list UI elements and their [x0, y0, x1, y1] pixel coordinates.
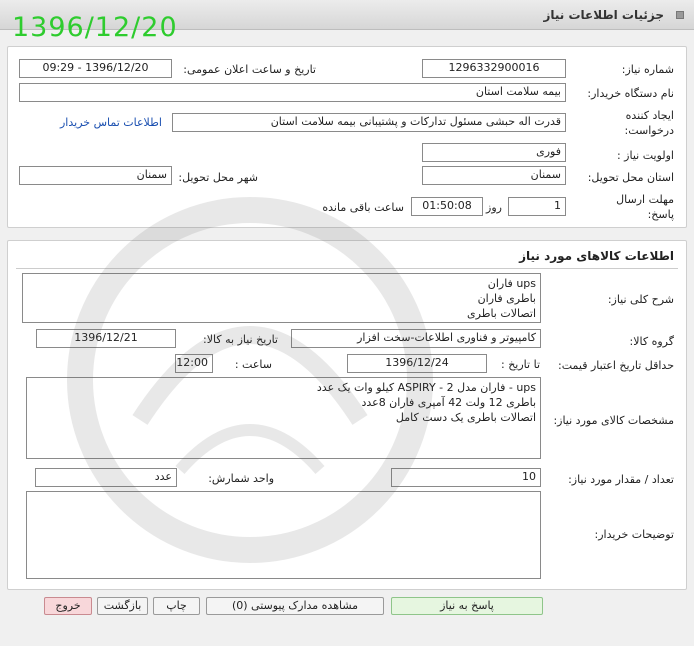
notes-label: توضیحات خریدار: [594, 528, 675, 541]
min-price-label: حداقل تاریخ اعتبار قیمت: [558, 359, 674, 372]
buyer-org-field[interactable]: بیمه سلامت استان [19, 83, 566, 102]
hour-field[interactable]: 12:00 [175, 354, 213, 373]
creator-field[interactable]: قدرت اله حبشی مسئول تداركات و پشتیبانی ب… [172, 113, 566, 132]
group-label: گروه کالا: [629, 335, 674, 348]
until-date-field[interactable]: 1396/12/24 [347, 354, 487, 373]
print-button[interactable]: چاپ [153, 597, 200, 615]
specs-label: مشخصات کالای مورد نیاز: [553, 414, 674, 427]
summary-label: شرح کلی نیاز: [607, 293, 674, 306]
contact-buyer-link[interactable]: اطلاعات تماس خریدار [60, 116, 162, 129]
qty-label: تعداد / مقدار مورد نیاز: [568, 473, 674, 486]
notes-field[interactable] [26, 491, 541, 579]
attachments-button[interactable]: مشاهده مدارک پیوستی (0) [206, 597, 384, 615]
city-field[interactable]: سمنان [19, 166, 172, 185]
remaining-label: ساعت باقی مانده [322, 201, 404, 214]
group-field[interactable]: کامپیوتر و فناوری اطلاعات-سخت افزار [291, 329, 541, 348]
announce-field[interactable]: 1396/12/20 - 09:29 [19, 59, 172, 78]
need-info-panel: شماره نیاز: 1296332900016 تاریخ و ساعت ا… [7, 46, 687, 228]
need-date-label: تاریخ نیاز به کالا: [203, 333, 278, 346]
city-label: شهر محل تحویل: [178, 171, 258, 184]
summary-field[interactable]: ups فاران باطری فاران اتصالات باطری [22, 273, 541, 323]
province-label: استان محل تحویل: [587, 171, 674, 184]
need-number-label: شماره نیاز: [621, 63, 674, 76]
window-icon [676, 11, 684, 19]
time-remaining-field[interactable]: 01:50:08 [411, 197, 483, 216]
until-date-label: تا تاریخ : [501, 358, 540, 371]
creator-label-2: درخواست: [624, 124, 674, 137]
deadline-label-2: پاسخ: [647, 208, 674, 221]
announce-label: تاریخ و ساعت اعلان عمومی: [183, 63, 316, 76]
priority-label: اولویت نیاز : [616, 149, 674, 162]
goods-panel: اطلاعات کالاهای مورد نیاز شرح کلی نیاز: … [7, 240, 687, 590]
hour-label: ساعت : [234, 358, 272, 371]
need-number-field[interactable]: 1296332900016 [422, 59, 566, 78]
page-title: جزئیات اطلاعات نیاز [543, 8, 664, 22]
unit-label: واحد شمارش: [208, 472, 274, 485]
goods-section-title: اطلاعات کالاهای مورد نیاز [519, 249, 674, 263]
exit-button[interactable]: خروج [44, 597, 92, 615]
creator-label-1: ایجاد کننده [625, 109, 674, 122]
specs-field[interactable]: ups - فاران مدل ASPIRY - 2 کیلو وات یک ع… [26, 377, 541, 459]
section-divider [16, 268, 678, 269]
need-date-field[interactable]: 1396/12/21 [36, 329, 176, 348]
date-stamp: 1396/12/20 [12, 12, 178, 43]
province-field[interactable]: سمنان [422, 166, 566, 185]
back-button[interactable]: بازگشت [97, 597, 148, 615]
reply-button[interactable]: پاسخ به نیاز [391, 597, 543, 615]
deadline-label-1: مهلت ارسال [616, 193, 674, 206]
unit-field[interactable]: عدد [35, 468, 177, 487]
qty-field[interactable]: 10 [391, 468, 541, 487]
buyer-org-label: نام دستگاه خریدار: [587, 87, 674, 100]
priority-field[interactable]: فوری [422, 143, 566, 162]
days-field[interactable]: 1 [508, 197, 566, 216]
